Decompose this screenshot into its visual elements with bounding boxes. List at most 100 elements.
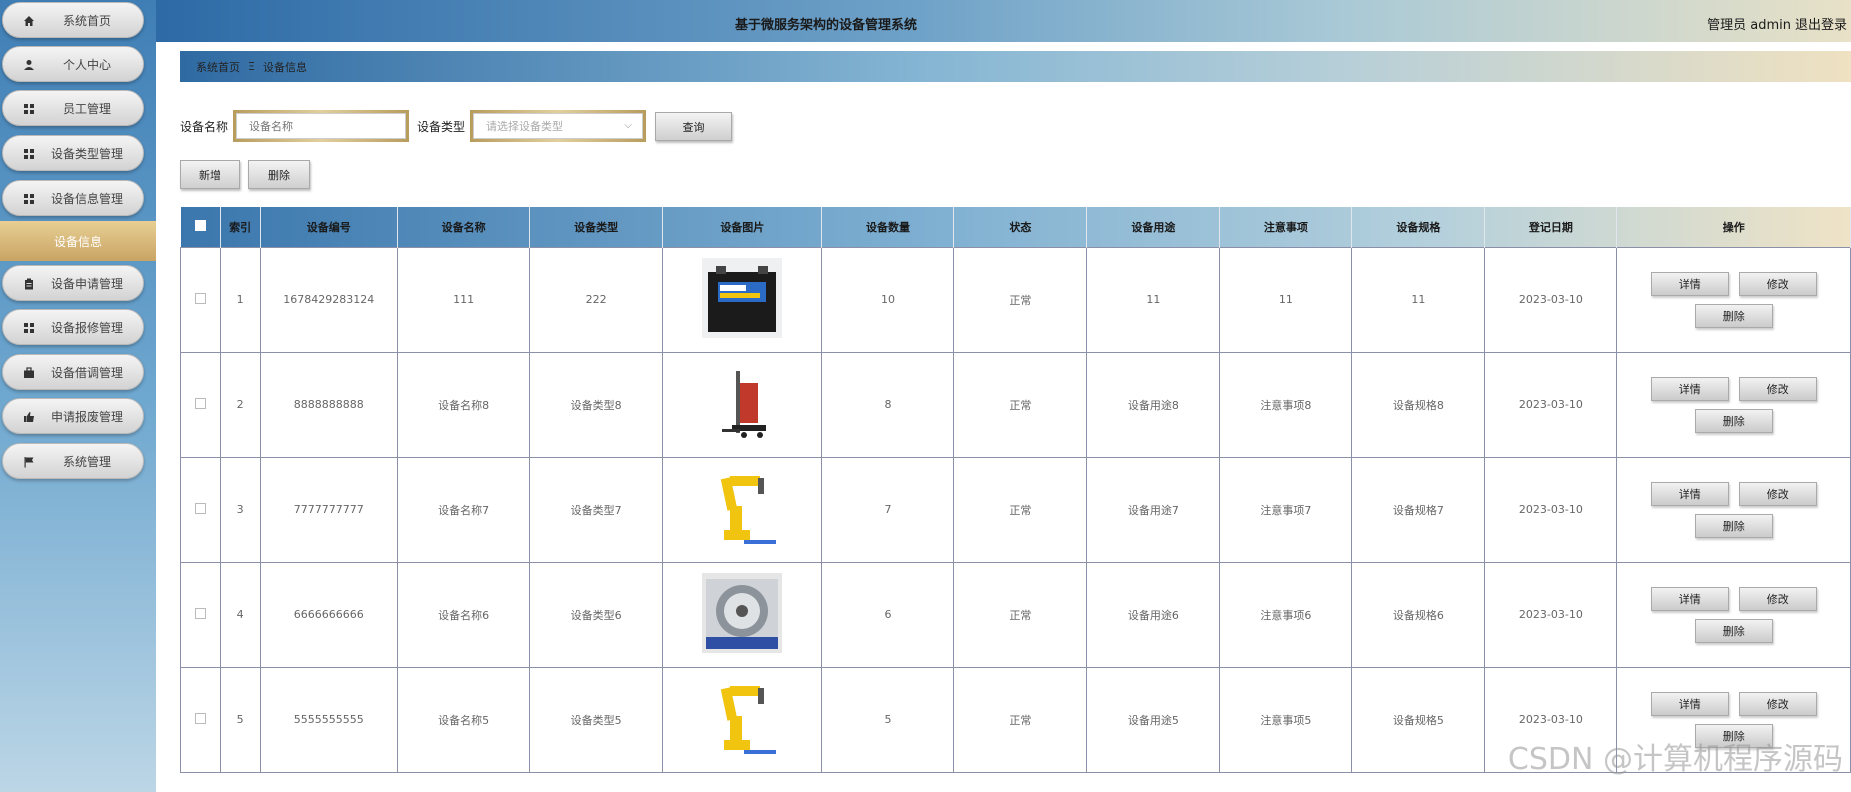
cell-code: 6666666666: [259, 561, 399, 668]
column-header: 状态: [953, 207, 1088, 247]
row-delete-button[interactable]: 删除: [1694, 408, 1773, 433]
sidebar-item-device-repair[interactable]: 设备报修管理: [2, 309, 144, 345]
sidebar-item-device-apply[interactable]: 设备申请管理: [2, 265, 144, 301]
cell-name: 设备名称8: [397, 351, 531, 458]
cell-name: 设备名称7: [397, 456, 531, 563]
cell-notes: 注意事项7: [1219, 456, 1353, 563]
column-header: 设备用途: [1086, 207, 1221, 247]
row-delete-button[interactable]: 删除: [1694, 303, 1773, 328]
detail-button[interactable]: 详情: [1650, 271, 1729, 296]
edit-button[interactable]: 修改: [1738, 691, 1817, 716]
device-name-input[interactable]: [249, 119, 405, 133]
watermark: CSDN @计算机程序源码: [1507, 742, 1843, 777]
edit-button[interactable]: 修改: [1738, 376, 1817, 401]
cell-actions: 详情 修改 删除: [1616, 561, 1851, 668]
cell-type: 设备类型5: [529, 666, 664, 773]
cell-type: 设备类型8: [529, 351, 664, 458]
sidebar-item-system[interactable]: 系统管理: [2, 443, 144, 479]
cell-notes: 注意事项5: [1219, 666, 1353, 773]
grid-icon: [24, 194, 34, 204]
row-checkbox[interactable]: [194, 397, 206, 409]
query-button[interactable]: 查询: [655, 112, 732, 141]
cell-status: 正常: [953, 351, 1088, 458]
cell-usage: 设备用途6: [1086, 561, 1221, 668]
cell-spec: 设备规格5: [1351, 666, 1486, 773]
row-checkbox[interactable]: [194, 607, 206, 619]
column-header: 设备数量: [821, 207, 955, 247]
detail-button[interactable]: 详情: [1650, 376, 1729, 401]
cell-status: 正常: [953, 456, 1088, 563]
cell-type: 设备类型6: [529, 561, 664, 668]
cell-usage: 11: [1086, 246, 1221, 353]
sidebar-item-profile[interactable]: 个人中心: [2, 46, 144, 82]
cell-index: 2: [219, 351, 261, 458]
cell-usage: 设备用途8: [1086, 351, 1221, 458]
row-delete-button[interactable]: 删除: [1694, 513, 1773, 538]
detail-button[interactable]: 详情: [1650, 481, 1729, 506]
device-name-label: 设备名称: [180, 120, 229, 134]
machine-image: [702, 573, 783, 653]
cell-count: 8: [821, 351, 955, 458]
cell-code: 7777777777: [259, 456, 399, 563]
cell-type: 222: [529, 246, 664, 353]
edit-button[interactable]: 修改: [1738, 481, 1817, 506]
sidebar-item-device-type[interactable]: 设备类型管理: [2, 135, 144, 171]
cell-spec: 设备规格8: [1351, 351, 1486, 458]
sidebar-subitem-label: 设备信息: [53, 234, 102, 249]
sidebar-item-scrap[interactable]: 申请报废管理: [2, 398, 144, 434]
table-row: 4 6666666666 设备名称6 设备类型6 6 正常 设备用途6 注意事项…: [180, 561, 1851, 668]
sidebar-item-device-loan[interactable]: 设备借调管理: [2, 354, 144, 390]
sidebar-item-home[interactable]: 系统首页: [2, 2, 144, 38]
grid-icon: [24, 323, 34, 333]
logout-link[interactable]: 退出登录: [1795, 14, 1851, 33]
device-type-select[interactable]: 请选择设备类型 ⌵: [470, 110, 646, 142]
cell-image: [662, 561, 823, 668]
select-all-header[interactable]: [180, 207, 221, 247]
forklift-image: [702, 363, 783, 443]
breadcrumb-home[interactable]: 系统首页: [196, 59, 240, 75]
robot-arm-image: [702, 468, 783, 548]
column-header: 设备编号: [260, 207, 399, 247]
breadcrumb-separator: Ξ: [248, 60, 255, 73]
row-checkbox[interactable]: [194, 712, 206, 724]
cell-count: 5: [821, 666, 955, 773]
select-all-checkbox[interactable]: [194, 219, 206, 231]
row-delete-button[interactable]: 删除: [1694, 618, 1773, 643]
cell-index: 1: [219, 246, 261, 353]
cell-date: 2023-03-10: [1484, 246, 1618, 353]
cell-date: 2023-03-10: [1484, 351, 1618, 458]
cell-usage: 设备用途7: [1086, 456, 1221, 563]
detail-button[interactable]: 详情: [1650, 586, 1729, 611]
table-header-row: 索引 设备编号 设备名称 设备类型 设备图片 设备数量 状态 设备用途 注意事项…: [180, 207, 1851, 247]
sidebar-item-staff[interactable]: 员工管理: [2, 90, 144, 126]
robot-arm-image: [702, 678, 783, 758]
cell-status: 正常: [953, 666, 1088, 773]
thumbs-up-icon: [24, 412, 34, 422]
delete-button[interactable]: 删除: [248, 160, 310, 189]
add-button[interactable]: 新增: [180, 160, 240, 189]
row-checkbox[interactable]: [194, 502, 206, 514]
cell-date: 2023-03-10: [1484, 561, 1618, 668]
cell-spec: 设备规格6: [1351, 561, 1486, 668]
column-header: 索引: [220, 207, 261, 247]
detail-button[interactable]: 详情: [1650, 691, 1729, 716]
battery-image: [702, 258, 783, 338]
cell-image: [662, 246, 823, 353]
sidebar-subitem-device-info[interactable]: 设备信息: [0, 221, 156, 261]
column-header: 设备规格: [1351, 207, 1486, 247]
sidebar-item-device-info[interactable]: 设备信息管理: [2, 180, 144, 216]
briefcase-icon: [24, 367, 34, 378]
header-bar: 基于微服务架构的设备管理系统 管理员 admin 退出登录: [156, 0, 1851, 45]
device-name-field: [233, 110, 409, 142]
edit-button[interactable]: 修改: [1738, 271, 1817, 296]
cell-image: [662, 666, 823, 773]
cell-name: 设备名称5: [397, 666, 531, 773]
device-type-placeholder: 请选择设备类型: [486, 120, 563, 133]
cell-name: 设备名称6: [397, 561, 531, 668]
cell-code: 8888888888: [259, 351, 399, 458]
edit-button[interactable]: 修改: [1738, 586, 1817, 611]
user-icon: [24, 60, 34, 70]
flag-icon: [24, 457, 34, 468]
row-checkbox[interactable]: [194, 292, 206, 304]
column-header: 设备图片: [662, 207, 823, 247]
